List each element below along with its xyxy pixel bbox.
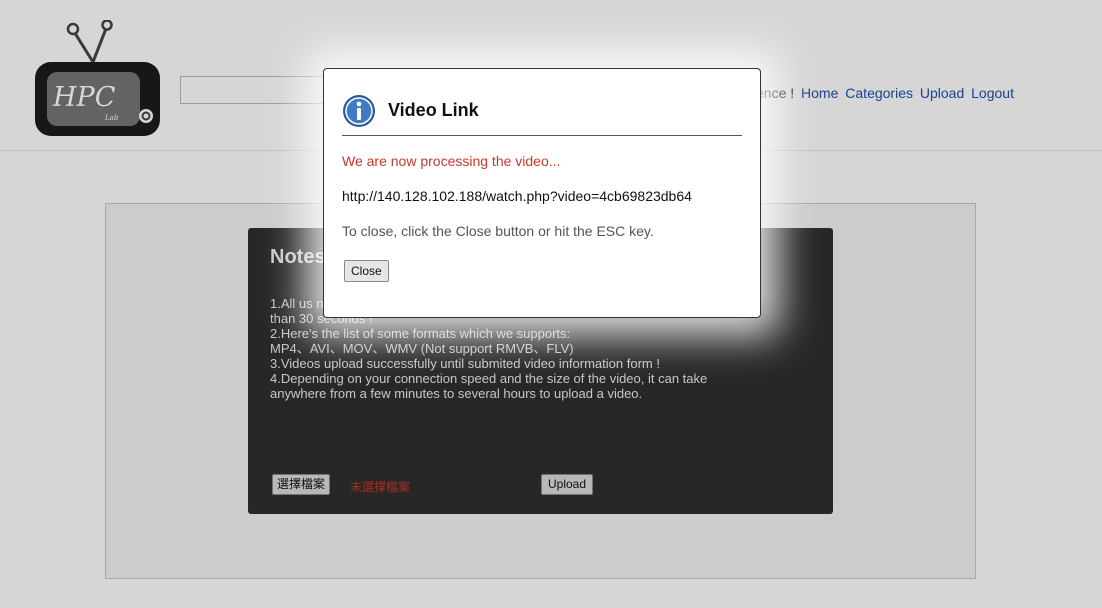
page: HPC Lab ence ! Home Categories Upload Lo… bbox=[0, 0, 1102, 608]
dialog-title: Video Link bbox=[388, 100, 479, 120]
processing-message: We are now processing the video... bbox=[342, 153, 561, 169]
close-hint-text: To close, click the Close button or hit … bbox=[342, 223, 654, 239]
dialog-divider bbox=[342, 135, 742, 136]
video-link-dialog: Video Link We are now processing the vid… bbox=[323, 68, 761, 318]
video-link-text[interactable]: http://140.128.102.188/watch.php?video=4… bbox=[342, 188, 692, 204]
close-button[interactable]: Close bbox=[344, 260, 389, 282]
info-icon bbox=[343, 95, 375, 127]
